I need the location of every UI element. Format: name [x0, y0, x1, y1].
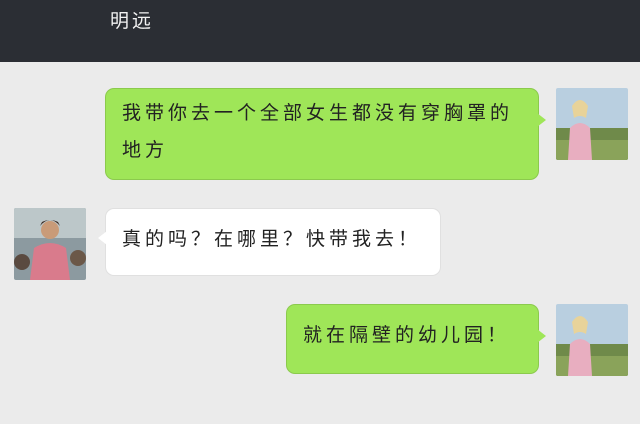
avatar-man-icon[interactable] — [14, 208, 86, 280]
message-list[interactable]: 我带你去一个全部女生都没有穿胸罩的地方 真的吗？在哪里？快带我去！ 就在隔壁的幼… — [0, 62, 640, 424]
avatar-girl-icon[interactable] — [556, 88, 628, 160]
avatar-girl-icon[interactable] — [556, 304, 628, 376]
message-bubble-incoming[interactable]: 真的吗？在哪里？快带我去！ — [98, 208, 441, 276]
message-text: 就在隔壁的幼儿园！ — [303, 324, 511, 346]
message-bubble-outgoing[interactable]: 我带你去一个全部女生都没有穿胸罩的地方 — [105, 88, 546, 180]
chat-title: 明远 — [110, 10, 155, 32]
message-text: 我带你去一个全部女生都没有穿胸罩的地方 — [122, 102, 514, 161]
chat-header: 明远 — [0, 0, 640, 62]
message-bubble-outgoing[interactable]: 就在隔壁的幼儿园！ — [286, 304, 546, 374]
message-text: 真的吗？在哪里？快带我去！ — [122, 228, 422, 250]
